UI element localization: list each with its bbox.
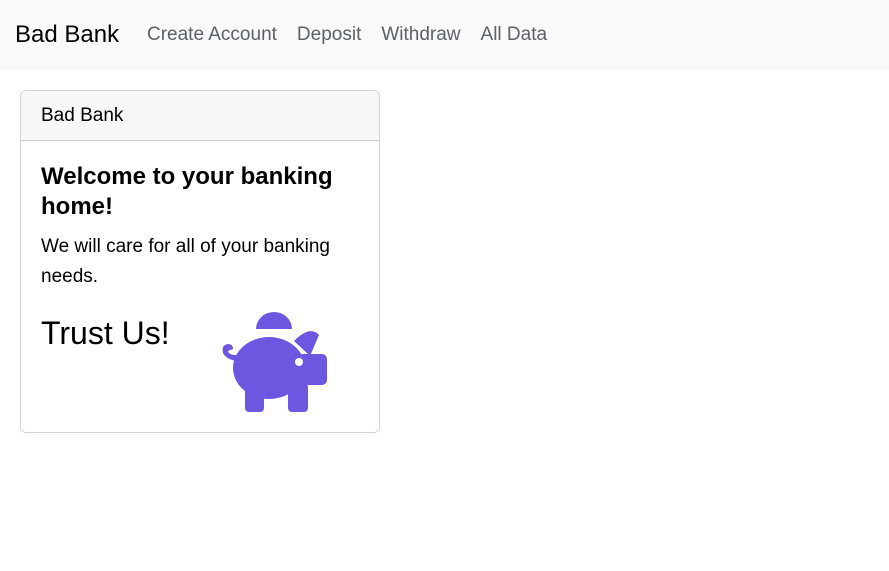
card-header: Bad Bank: [21, 91, 379, 141]
piggy-bank-icon: [222, 312, 327, 412]
navbar: Bad Bank Create Account Deposit Withdraw…: [0, 0, 889, 70]
navbar-brand[interactable]: Bad Bank: [15, 19, 119, 51]
nav-links: Create Account Deposit Withdraw All Data: [137, 22, 557, 48]
nav-link-create-account[interactable]: Create Account: [137, 22, 287, 48]
card-text: We will care for all of your banking nee…: [41, 236, 330, 287]
nav-link-deposit[interactable]: Deposit: [287, 22, 371, 48]
nav-link-all-data[interactable]: All Data: [471, 22, 558, 48]
nav-link-withdraw[interactable]: Withdraw: [371, 22, 470, 48]
trust-heading: Trust Us!: [41, 315, 170, 351]
card-title: Welcome to your banking home!: [41, 163, 333, 220]
welcome-card: Bad Bank Welcome to your banking home! W…: [20, 90, 380, 433]
